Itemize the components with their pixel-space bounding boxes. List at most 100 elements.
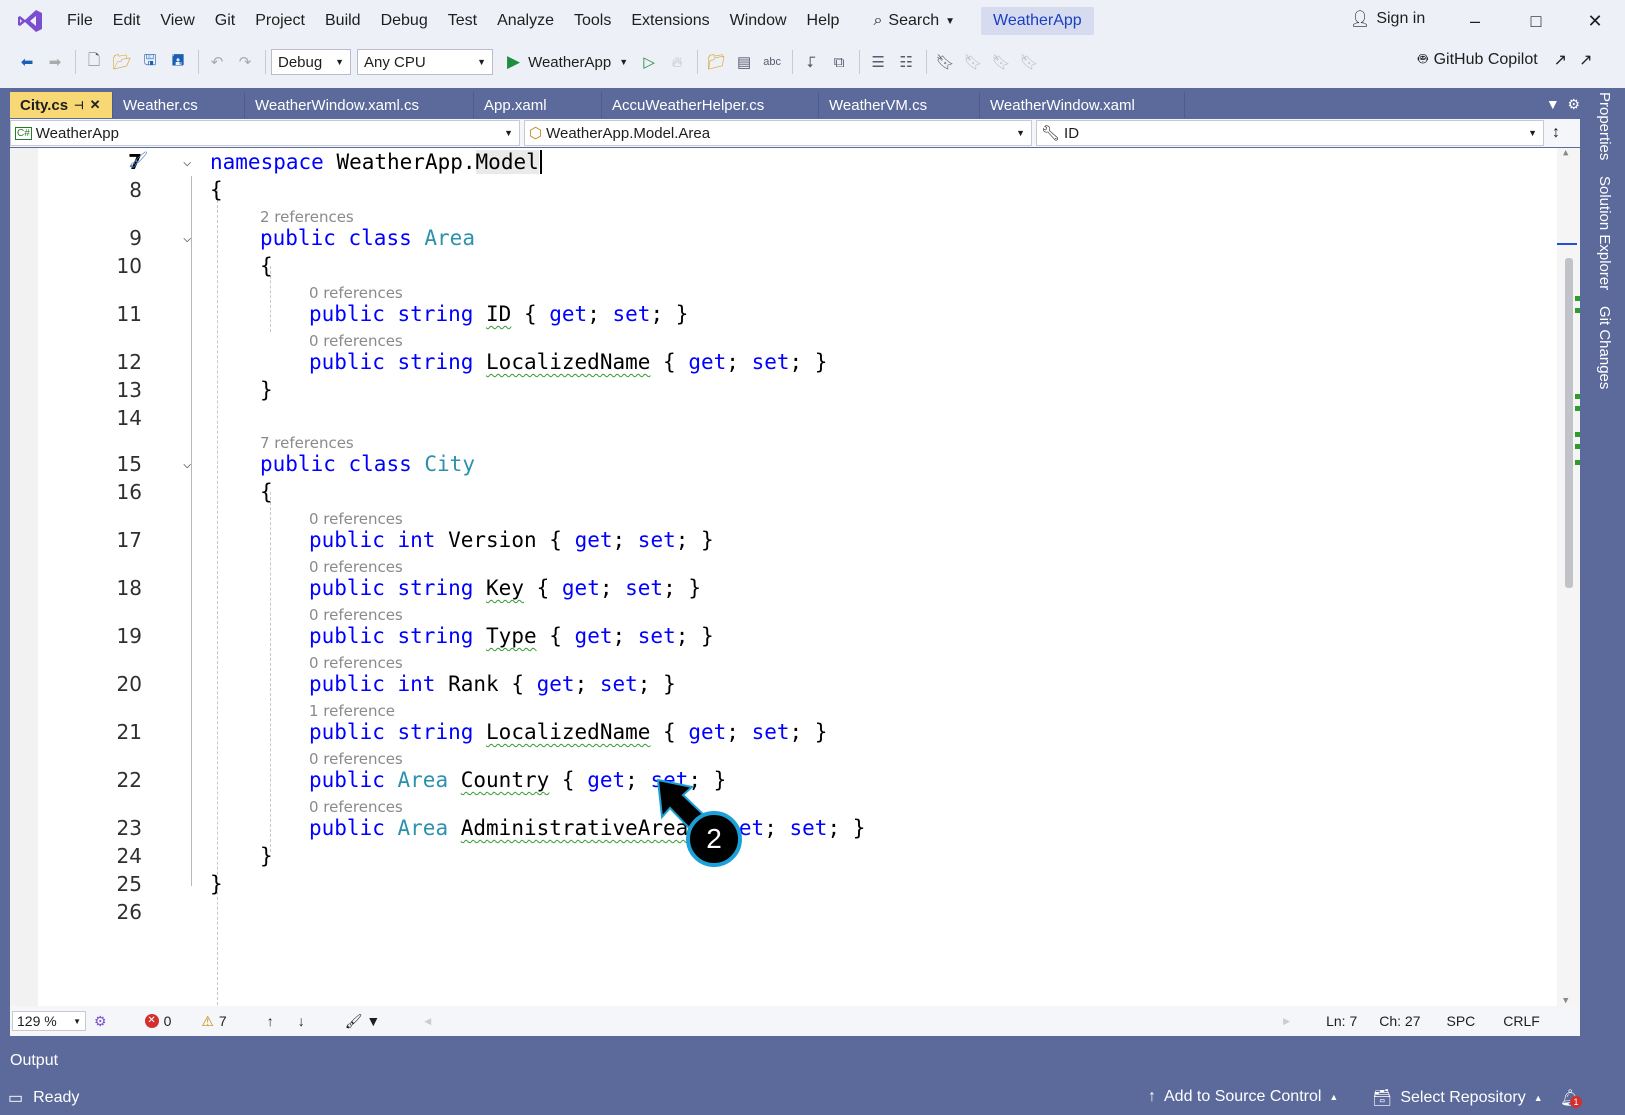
scrollbar-thumb[interactable] bbox=[1565, 258, 1573, 588]
warning-count[interactable]: ⚠ 7 bbox=[201, 1013, 226, 1030]
tab-weatherwindow-xaml[interactable]: WeatherWindow.xaml bbox=[980, 92, 1185, 118]
error-count[interactable]: ✕ 0 bbox=[144, 1013, 172, 1029]
properties-tab[interactable]: Properties bbox=[1596, 92, 1613, 160]
tab-weatherwindow-xaml-cs[interactable]: WeatherWindow.xaml.cs bbox=[245, 92, 474, 118]
solution-explorer-tab[interactable]: Solution Explorer bbox=[1596, 176, 1613, 290]
warning-marker[interactable] bbox=[1575, 296, 1580, 301]
feedback-icon[interactable]: ↗ bbox=[1579, 50, 1592, 70]
menu-tools[interactable]: Tools bbox=[564, 0, 621, 42]
hot-reload-icon[interactable]: 🔥︎ bbox=[664, 49, 690, 75]
type-dropdown[interactable]: ⬡ WeatherApp.Model.Area ▼ bbox=[524, 120, 1032, 146]
clear-bookmarks-icon[interactable]: 🔖︎ bbox=[1016, 49, 1042, 75]
start-without-debugging-icon[interactable]: ▷ bbox=[636, 49, 662, 75]
solution-folder-icon[interactable]: 📁︎ bbox=[703, 49, 729, 75]
bookmark-icon[interactable]: 🔖︎ bbox=[932, 49, 958, 75]
quick-actions-brush-icon[interactable]: 🖌︎ bbox=[128, 150, 148, 169]
code-line-19: 19 public string Type { get; set; } bbox=[10, 622, 1555, 650]
pin-icon[interactable]: ⊣ bbox=[74, 99, 84, 112]
code-editor[interactable]: 7 🖌︎ ⌵ namespace WeatherApp.Model 8 { 2 … bbox=[10, 148, 1580, 1006]
tab-overflow-icon[interactable]: ▼ ⚙ bbox=[1546, 96, 1580, 113]
menu-git[interactable]: Git bbox=[205, 0, 245, 42]
column-indicator[interactable]: Ch: 27 bbox=[1379, 1013, 1420, 1029]
tab-app-xaml[interactable]: App.xaml bbox=[474, 92, 602, 118]
previous-issue-icon[interactable]: ↑ bbox=[267, 1013, 274, 1029]
configuration-dropdown[interactable]: Debug ▼ bbox=[271, 49, 351, 75]
collapse-icon[interactable]: ⌵ bbox=[183, 230, 191, 246]
sign-in-button[interactable]: 👤︎ Sign in bbox=[1350, 9, 1425, 29]
git-changes-tab[interactable]: Git Changes bbox=[1596, 306, 1613, 389]
save-icon[interactable]: 🖫 bbox=[137, 49, 163, 75]
warning-marker[interactable] bbox=[1575, 444, 1580, 449]
next-issue-icon[interactable]: ↓ bbox=[298, 1013, 305, 1029]
windows-icon[interactable]: ⧉ bbox=[826, 49, 852, 75]
project-dropdown[interactable]: C# WeatherApp ▼ bbox=[10, 120, 520, 146]
line-indicator[interactable]: Ln: 7 bbox=[1326, 1013, 1357, 1029]
minimize-button[interactable]: – bbox=[1460, 8, 1490, 34]
whitespace-indicator[interactable]: SPC bbox=[1446, 1013, 1475, 1029]
share-icon[interactable]: ↗ bbox=[1554, 50, 1567, 70]
open-folder-icon[interactable]: 📂︎ bbox=[109, 49, 135, 75]
output-tab[interactable]: Output bbox=[0, 1045, 1625, 1080]
menu-analyze[interactable]: Analyze bbox=[487, 0, 564, 42]
error-count-value: 0 bbox=[163, 1013, 172, 1029]
save-all-icon[interactable]: 🖪 bbox=[165, 49, 191, 75]
vertical-scrollbar[interactable]: ▲ ▼ bbox=[1557, 148, 1580, 1006]
prev-bookmark-icon[interactable]: 🔖︎ bbox=[960, 49, 986, 75]
menu-extensions[interactable]: Extensions bbox=[621, 0, 719, 42]
member-dropdown[interactable]: 🔧︎ ID ▼ bbox=[1036, 120, 1544, 146]
redo-icon[interactable]: ↷ bbox=[232, 49, 258, 75]
tab-weathervm-cs[interactable]: WeatherVM.cs bbox=[819, 92, 980, 118]
collapse-icon[interactable]: ⌵ bbox=[183, 456, 191, 472]
notifications-button[interactable]: 🔔︎ 1 bbox=[1560, 1088, 1582, 1108]
line-ending-indicator[interactable]: CRLF bbox=[1503, 1013, 1540, 1029]
menu-window[interactable]: Window bbox=[720, 0, 797, 42]
split-editor-icon[interactable]: ↕ bbox=[1552, 119, 1560, 147]
menu-edit[interactable]: Edit bbox=[103, 0, 151, 42]
tab-weather-cs[interactable]: Weather.cs bbox=[113, 92, 245, 118]
scroll-up-icon[interactable]: ▲ bbox=[1563, 148, 1568, 158]
search-box[interactable]: ⌕ Search ▼ bbox=[863, 6, 965, 36]
back-icon[interactable]: ⬅ bbox=[14, 49, 40, 75]
select-repository-button[interactable]: 🗃︎ Select Repository ▲ bbox=[1372, 1088, 1543, 1108]
menu-help[interactable]: Help bbox=[797, 0, 850, 42]
code-cleanup-icon[interactable]: 🖌︎ ▼ bbox=[345, 1013, 381, 1030]
step-icon[interactable]: ⮦ bbox=[798, 49, 824, 75]
copilot-status-icon[interactable]: ⚙ bbox=[94, 1013, 107, 1030]
warning-marker[interactable] bbox=[1575, 432, 1580, 437]
close-icon[interactable]: ✕ bbox=[90, 97, 101, 113]
menu-project[interactable]: Project bbox=[245, 0, 315, 42]
close-window-button[interactable]: ✕ bbox=[1580, 8, 1610, 34]
warning-marker[interactable] bbox=[1575, 308, 1580, 313]
warning-marker[interactable] bbox=[1575, 460, 1580, 465]
menu-file[interactable]: File bbox=[57, 0, 103, 42]
menu-debug[interactable]: Debug bbox=[371, 0, 438, 42]
zoom-dropdown[interactable]: 129 % ▼ bbox=[12, 1011, 86, 1031]
comment-icon[interactable]: ☰ bbox=[865, 49, 891, 75]
solution-name-badge[interactable]: WeatherApp bbox=[981, 7, 1094, 35]
scroll-right-icon[interactable]: ▶ bbox=[1283, 1016, 1290, 1027]
platform-dropdown[interactable]: Any CPU ▼ bbox=[357, 49, 493, 75]
visual-studio-logo-icon[interactable] bbox=[15, 8, 45, 34]
tab-city-cs[interactable]: City.cs ⊣ ✕ bbox=[10, 92, 113, 118]
menu-test[interactable]: Test bbox=[438, 0, 487, 42]
forward-icon[interactable]: ➡ bbox=[42, 49, 68, 75]
menu-build[interactable]: Build bbox=[315, 0, 371, 42]
undo-icon[interactable]: ↶ bbox=[204, 49, 230, 75]
menu-view[interactable]: View bbox=[150, 0, 204, 42]
warning-marker[interactable] bbox=[1575, 406, 1580, 411]
tab-accuweatherhelper-cs[interactable]: AccuWeatherHelper.cs bbox=[602, 92, 819, 118]
next-bookmark-icon[interactable]: 🔖︎ bbox=[988, 49, 1014, 75]
line-number: 8 bbox=[129, 178, 142, 202]
github-copilot-button[interactable]: 🤖︎ GitHub Copilot ↗ ↗ bbox=[1418, 49, 1592, 71]
start-debugging-button[interactable]: ▶ WeatherApp ▼ bbox=[507, 52, 628, 72]
collapse-icon[interactable]: ⌵ bbox=[183, 154, 191, 170]
layout-icon[interactable]: ▤ bbox=[731, 49, 757, 75]
new-project-icon[interactable]: 🗋 bbox=[81, 49, 107, 75]
uncomment-icon[interactable]: ☷ bbox=[893, 49, 919, 75]
add-source-control-button[interactable]: ↑ Add to Source Control ▲ bbox=[1148, 1088, 1338, 1106]
maximize-button[interactable]: □ bbox=[1521, 8, 1551, 34]
scroll-down-icon[interactable]: ▼ bbox=[1563, 996, 1568, 1006]
warning-marker[interactable] bbox=[1575, 394, 1580, 399]
spell-check-icon[interactable]: abc bbox=[759, 49, 785, 75]
scroll-left-icon[interactable]: ◀ bbox=[424, 1016, 431, 1027]
